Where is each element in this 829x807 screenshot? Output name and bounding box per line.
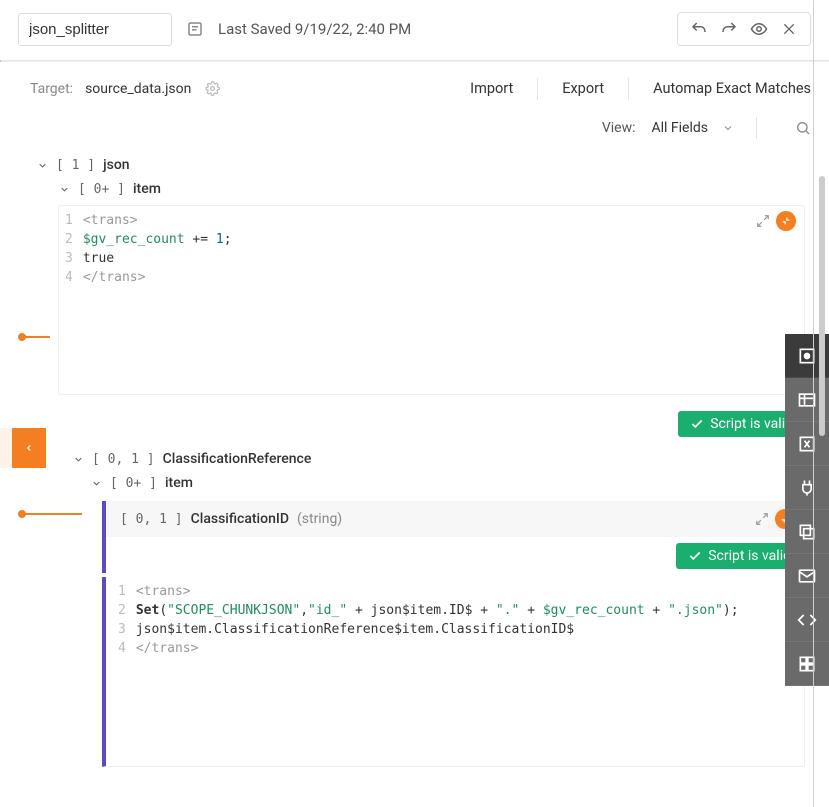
code-text: $gv_rec_count — [543, 603, 645, 618]
script-editor-classification-id[interactable]: 1 2 3 4<trans> Set("SCOPE_CHUNKJSON","id… — [102, 577, 805, 767]
separator — [756, 117, 757, 139]
rail-code-icon[interactable] — [785, 598, 829, 642]
chevron-down-icon — [36, 160, 48, 171]
code-text: $gv_rec_count — [83, 232, 185, 247]
valid-text: Script is valid — [708, 548, 791, 564]
script-valid-badge: Script is valid — [676, 543, 803, 569]
node-label: item — [165, 475, 193, 491]
chevron-down-icon — [90, 478, 102, 489]
node-label: json — [103, 157, 129, 173]
code-text: ".json" — [668, 603, 723, 618]
code-text: true — [83, 251, 114, 266]
collapse-panel-handle[interactable] — [12, 428, 46, 468]
top-actions-group — [677, 12, 811, 46]
redo-button[interactable] — [714, 17, 744, 41]
code-text: ; — [224, 232, 232, 247]
import-button[interactable]: Import — [452, 76, 531, 101]
node-label: ClassificationReference — [163, 451, 312, 467]
code-text: json$item.ClassificationReference$item.C… — [136, 622, 574, 637]
code-text: "id_" — [308, 603, 347, 618]
gear-icon[interactable] — [205, 81, 220, 96]
field-classification-id[interactable]: [ 0, 1 ] ClassificationID (string) — [102, 501, 805, 537]
last-saved-text: Last Saved 9/19/22, 2:40 PM — [218, 20, 411, 38]
rail-email-icon[interactable] — [785, 554, 829, 598]
node-count: [ 0, 1 ] — [120, 512, 183, 527]
node-type: (string) — [297, 511, 342, 527]
code-text: </trans> — [136, 641, 199, 656]
code-text: + — [645, 603, 668, 618]
target-label: Target: — [30, 81, 73, 97]
valid-text: Script is valid — [710, 416, 793, 432]
tree-node-item-2[interactable]: [ 0+ ] item — [36, 471, 805, 495]
panel-handle-bg — [0, 428, 12, 468]
node-label: ClassificationID — [191, 511, 289, 527]
rail-copy-icon[interactable] — [785, 510, 829, 554]
transformation-name-input[interactable] — [18, 13, 172, 46]
expand-icon[interactable] — [755, 512, 769, 526]
node-count: [ 0, 1 ] — [92, 452, 155, 467]
chevron-down-icon — [72, 454, 84, 465]
code-text: "SCOPE_CHUNKJSON" — [167, 603, 300, 618]
code-text: ); — [723, 603, 739, 618]
code-text: ( — [159, 603, 167, 618]
code-text: += — [185, 232, 216, 247]
code-text: + json$item.ID$ + — [347, 603, 496, 618]
separator — [628, 78, 629, 100]
tree-node-item[interactable]: [ 0+ ] item — [36, 177, 805, 201]
code-text: Set — [136, 603, 159, 618]
node-count: [ 0+ ] — [110, 476, 157, 491]
code-text: "." — [496, 603, 519, 618]
export-button[interactable]: Export — [544, 76, 622, 101]
code-text: </trans> — [83, 270, 146, 285]
expand-icon[interactable] — [756, 214, 770, 228]
view-label: View: — [602, 120, 636, 136]
automap-button[interactable]: Automap Exact Matches — [635, 76, 811, 101]
mapping-marker-line — [22, 336, 50, 338]
code-text: <trans> — [83, 213, 138, 228]
search-icon[interactable] — [795, 120, 811, 136]
scrollbar[interactable] — [819, 176, 825, 436]
collapse-icon[interactable] — [776, 211, 796, 231]
rail-plugin-icon[interactable] — [785, 466, 829, 510]
rail-grid-icon[interactable] — [785, 642, 829, 686]
node-count: [ 0+ ] — [78, 182, 125, 197]
preview-button[interactable] — [744, 17, 774, 41]
close-button[interactable] — [774, 17, 804, 41]
view-dropdown[interactable]: All Fields — [651, 120, 734, 136]
code-text: + — [519, 603, 542, 618]
separator — [537, 78, 538, 100]
code-text: <trans> — [136, 584, 191, 599]
chevron-down-icon — [722, 122, 734, 134]
code-text: 1 — [216, 232, 224, 247]
target-value: source_data.json — [85, 81, 191, 97]
script-editor-item[interactable]: 1 2 3 4<trans> $gv_rec_count += 1; true … — [58, 205, 805, 395]
chevron-down-icon — [58, 184, 70, 195]
tree-node-json[interactable]: [ 1 ] json — [36, 153, 805, 177]
node-count: [ 1 ] — [56, 158, 95, 173]
code-text: , — [300, 603, 308, 618]
tree-node-classification-reference[interactable]: [ 0, 1 ] ClassificationReference — [36, 447, 805, 471]
undo-button[interactable] — [684, 17, 714, 41]
node-label: item — [133, 181, 161, 197]
view-value: All Fields — [651, 120, 708, 136]
notes-icon[interactable] — [186, 20, 204, 38]
panel-border — [813, 0, 814, 807]
mapping-marker-line — [22, 513, 82, 515]
